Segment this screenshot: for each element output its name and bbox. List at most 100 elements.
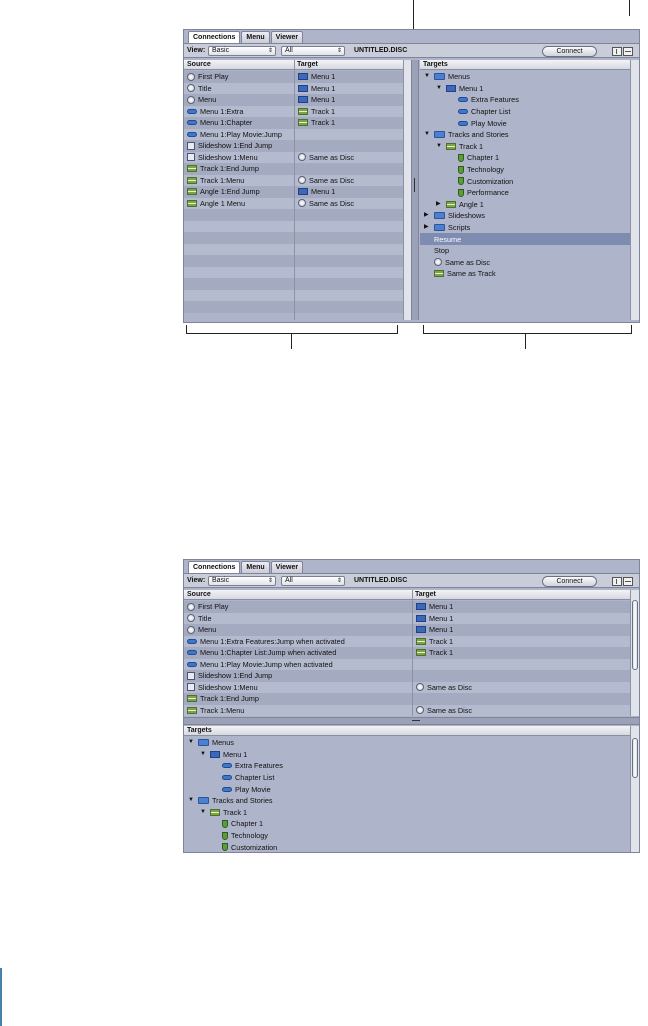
target-column-header[interactable]: Target: [294, 60, 403, 70]
updown-arrows-icon: ⇕: [336, 578, 342, 584]
tree-item[interactable]: Chapter List: [420, 106, 630, 118]
side-by-side-layout-icon[interactable]: [612, 577, 622, 586]
target-label: Menu 1: [311, 187, 336, 196]
disclosure-collapsed-icon[interactable]: ▶: [424, 210, 431, 221]
tree-item[interactable]: ▼ Track 1: [184, 807, 630, 819]
filter-select[interactable]: All ⇕: [281, 576, 345, 586]
tree-item[interactable]: Chapter List: [184, 772, 630, 784]
table-row[interactable]: Menu Menu 1: [184, 624, 630, 636]
tree-item[interactable]: Play Movie: [420, 117, 630, 129]
tree-item[interactable]: Resume: [420, 233, 630, 245]
tab-viewer[interactable]: Viewer: [270, 561, 304, 573]
scrollbar-thumb[interactable]: [632, 738, 638, 778]
disclosure-expanded-icon[interactable]: ▼: [436, 83, 443, 94]
table-row[interactable]: Menu 1:Play Movie:Jump when activated: [184, 658, 630, 670]
source-label: Menu 1:Chapter List:Jump when activated: [200, 648, 337, 657]
track-icon: [187, 199, 197, 207]
target-label: Menu 1: [311, 83, 336, 93]
tree-item[interactable]: ▼ Menu 1: [184, 749, 630, 761]
table-row[interactable]: Track 1:Menu Same as Disc: [184, 704, 630, 716]
scrollbar-thumb[interactable]: [632, 600, 638, 670]
target-label: Menu 1: [429, 625, 454, 634]
circle-icon: [416, 706, 424, 714]
source-cell: Menu 1:Play Movie:Jump when activated: [187, 659, 333, 670]
tree-item[interactable]: ▶ Scripts: [420, 222, 630, 234]
callout-bracket-targets-left: [423, 325, 424, 333]
disclosure-expanded-icon[interactable]: ▼: [200, 749, 207, 760]
connections-scrollbar[interactable]: [630, 590, 639, 716]
table-row[interactable]: Track 1:End Jump: [184, 693, 630, 705]
tree-item[interactable]: Play Movie: [184, 783, 630, 795]
tree-item[interactable]: Extra Features: [184, 760, 630, 772]
target-cell: Track 1: [416, 636, 453, 647]
tree-item[interactable]: Customization: [420, 175, 630, 187]
tree-item[interactable]: Same as Disc: [420, 257, 630, 269]
tree-item[interactable]: Technology: [184, 830, 630, 842]
folder-icon: [434, 224, 445, 232]
tree-item[interactable]: Technology: [420, 164, 630, 176]
table-row[interactable]: First Play Menu 1: [184, 601, 630, 613]
target-label: Same as Disc: [309, 175, 355, 185]
source-cell: Track 1:End Jump: [187, 693, 259, 704]
stacked-layout-icon[interactable]: [623, 577, 633, 586]
tree-item[interactable]: Chapter 1: [184, 818, 630, 830]
tree-item[interactable]: Stop: [420, 245, 630, 257]
connections-scrollbar[interactable]: [403, 60, 411, 320]
stacked-layout-icon[interactable]: [623, 47, 633, 56]
tree-item[interactable]: ▼ Track 1: [420, 141, 630, 153]
table-row[interactable]: Title Menu 1: [184, 612, 630, 624]
tree-item-label: Performance: [467, 188, 509, 198]
connect-button[interactable]: Connect: [542, 46, 597, 57]
disclosure-collapsed-icon[interactable]: ▶: [436, 199, 443, 210]
source-column-header[interactable]: Source: [184, 590, 412, 600]
view-select-value: Basic: [212, 577, 230, 584]
target-column-header[interactable]: Target: [412, 590, 630, 600]
table-row[interactable]: Menu 1:Chapter List:Jump when activated T…: [184, 647, 630, 659]
target-cell: Menu 1: [416, 624, 453, 635]
disclosure-expanded-icon[interactable]: ▼: [424, 71, 431, 82]
tree-item-label: Technology: [231, 831, 268, 841]
connect-button[interactable]: Connect: [542, 576, 597, 587]
tree-item[interactable]: ▼ Menus: [184, 737, 630, 749]
tree-item[interactable]: Extra Features: [420, 94, 630, 106]
view-select[interactable]: Basic ⇕: [208, 576, 276, 586]
tree-item[interactable]: Customization: [184, 841, 630, 852]
tree-item[interactable]: ▼ Menu 1: [420, 83, 630, 95]
targets-scrollbar[interactable]: [630, 60, 639, 320]
tree-item[interactable]: ▼ Tracks and Stories: [184, 795, 630, 807]
disclosure-expanded-icon[interactable]: ▼: [188, 795, 195, 806]
pane-splitter[interactable]: [411, 60, 419, 320]
tree-item[interactable]: Same as Track: [420, 268, 630, 280]
source-label: Track 1:Menu: [200, 705, 245, 715]
tab-menu[interactable]: Menu: [241, 31, 270, 43]
filter-select[interactable]: All ⇕: [281, 46, 345, 56]
filter-select-value: All: [285, 47, 293, 54]
button-icon: [222, 775, 232, 781]
tree-item[interactable]: ▼ Tracks and Stories: [420, 129, 630, 141]
disclosure-collapsed-icon[interactable]: ▶: [424, 222, 431, 233]
targets-scrollbar[interactable]: [630, 726, 639, 852]
target-label: Same as Disc: [309, 198, 355, 208]
tree-item[interactable]: ▶ Slideshows: [420, 210, 630, 222]
tree-item[interactable]: Performance: [420, 187, 630, 199]
tab-viewer[interactable]: Viewer: [270, 31, 304, 43]
view-label: View:: [187, 577, 206, 584]
table-row[interactable]: Slideshow 1:Menu Same as Disc: [184, 681, 630, 693]
table-row[interactable]: Menu 1:Extra Features:Jump when activate…: [184, 635, 630, 647]
disclosure-expanded-icon[interactable]: ▼: [424, 129, 431, 140]
tree-item[interactable]: Chapter 1: [420, 152, 630, 164]
tree-item[interactable]: ▶ Angle 1: [420, 199, 630, 211]
source-label: First Play: [198, 602, 229, 611]
source-column-header[interactable]: Source: [184, 60, 294, 70]
disclosure-expanded-icon[interactable]: ▼: [200, 807, 207, 818]
target-label: Menu 1: [429, 613, 454, 623]
tab-menu[interactable]: Menu: [241, 561, 270, 573]
side-by-side-layout-icon[interactable]: [612, 47, 622, 56]
table-row[interactable]: Slideshow 1:End Jump: [184, 670, 630, 682]
disclosure-expanded-icon[interactable]: ▼: [436, 141, 443, 152]
view-select[interactable]: Basic ⇕: [208, 46, 276, 56]
tree-item[interactable]: ▼ Menus: [420, 71, 630, 83]
tree-item-label: Technology: [467, 165, 504, 175]
pane-splitter[interactable]: [184, 717, 639, 725]
disclosure-expanded-icon[interactable]: ▼: [188, 737, 195, 748]
